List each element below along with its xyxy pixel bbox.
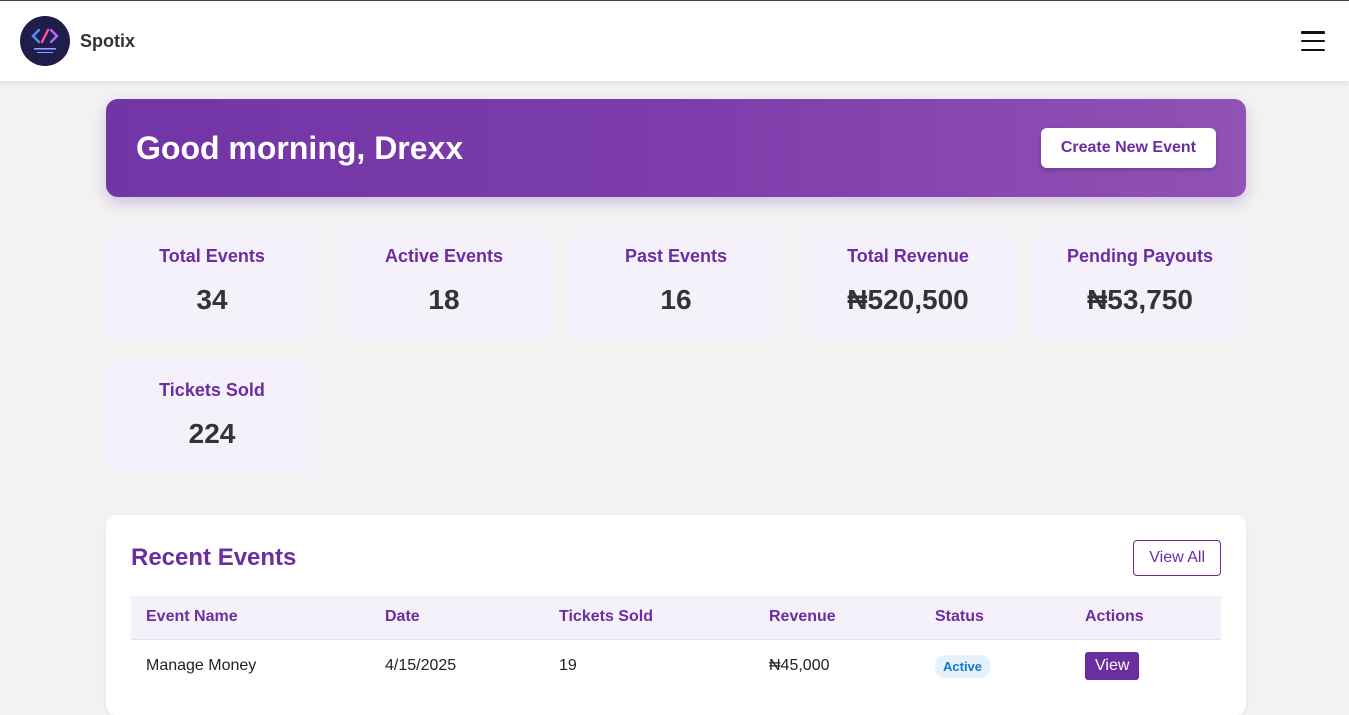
column-header[interactable]: Revenue — [754, 596, 920, 640]
column-header[interactable]: Event Name — [131, 596, 370, 640]
hamburger-bar — [1301, 39, 1325, 43]
logo-wordmark-icon — [34, 48, 56, 53]
status-cell: Active — [920, 639, 1070, 693]
recent-events-card: Recent Events View All Event Name Date T… — [106, 515, 1246, 715]
stat-value: 34 — [196, 284, 228, 315]
column-header[interactable]: Status — [920, 596, 1070, 640]
stats-grid: Total Events 34 Active Events 18 Past Ev… — [106, 227, 1246, 475]
create-new-event-button[interactable]: Create New Event — [1040, 128, 1216, 168]
brand[interactable]: Spotix — [20, 16, 135, 66]
column-header[interactable]: Date — [370, 596, 544, 640]
event-date-cell: 4/15/2025 — [385, 657, 457, 675]
greeting-title: Good morning, Drexx — [136, 129, 464, 166]
status-badge: Active — [935, 654, 991, 678]
hamburger-bar — [1301, 31, 1325, 34]
column-header[interactable]: Actions — [1070, 596, 1221, 640]
stat-value: ₦520,500 — [847, 284, 969, 315]
event-name-cell: Manage Money — [146, 657, 257, 675]
stat-card-past-events: Past Events 16 — [570, 227, 782, 341]
stat-card-total-events: Total Events 34 — [106, 227, 318, 341]
stat-label: Tickets Sold — [159, 380, 265, 400]
actions-cell: View — [1070, 639, 1221, 693]
recent-events-table: Event Name Date Tickets Sold Revenue Sta… — [131, 596, 1221, 693]
stat-value: 18 — [428, 284, 460, 315]
stat-value: ₦53,750 — [1087, 284, 1193, 315]
stat-label: Active Events — [384, 246, 504, 266]
app-name[interactable]: Spotix — [80, 31, 135, 52]
stat-value: 16 — [660, 284, 692, 315]
view-all-button[interactable]: View All — [1133, 540, 1221, 576]
table-row[interactable]: Manage Money 4/15/2025 19 ₦45,000 Active… — [131, 639, 1221, 693]
stat-label: Total Revenue — [847, 246, 969, 266]
stat-card-active-events: Active Events 18 — [338, 227, 550, 341]
spotix-logo[interactable] — [20, 16, 70, 66]
recent-events-title: Recent Events — [131, 544, 297, 571]
hamburger-bar — [1301, 48, 1325, 51]
stat-card-tickets-sold: Tickets Sold 224 — [106, 361, 318, 475]
view-event-button[interactable]: View — [1085, 652, 1140, 681]
revenue-cell: ₦45,000 — [769, 657, 830, 675]
column-header[interactable]: Tickets Sold — [544, 596, 754, 640]
stat-label: Pending Payouts — [1066, 246, 1214, 266]
hamburger-menu-icon[interactable] — [1301, 31, 1325, 51]
top-navbar: Spotix — [0, 0, 1349, 81]
stat-card-total-revenue: Total Revenue ₦520,500 — [802, 227, 1014, 341]
table-header-row: Event Name Date Tickets Sold Revenue Sta… — [131, 596, 1221, 640]
stat-value: 224 — [188, 418, 236, 449]
stat-label: Past Events — [624, 246, 728, 266]
recent-events-header: Recent Events View All — [131, 540, 1221, 576]
tickets-sold-cell: 19 — [559, 657, 577, 675]
stat-label: Total Events — [159, 246, 265, 266]
greeting-banner: Good morning, Drexx Create New Event — [106, 99, 1246, 197]
stat-card-pending-payouts: Pending Payouts ₦53,750 — [1034, 227, 1246, 341]
logo-mark-icon — [31, 28, 59, 44]
